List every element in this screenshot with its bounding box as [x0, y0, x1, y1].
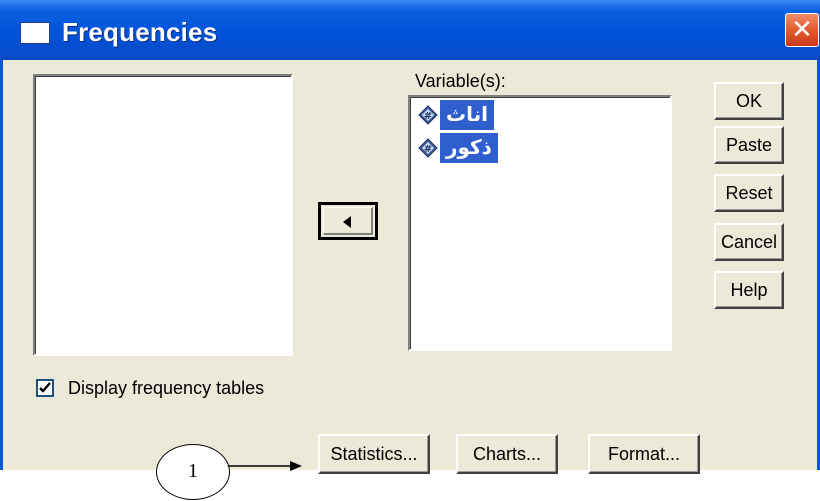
reset-button[interactable]: Reset	[714, 174, 784, 212]
paste-button[interactable]: Paste	[714, 126, 784, 164]
variable-label: اناث	[440, 100, 494, 130]
move-variable-button[interactable]	[318, 202, 378, 240]
list-item[interactable]: # ذكور	[418, 133, 498, 163]
checkbox-label: Display frequency tables	[68, 378, 265, 398]
scale-variable-icon: #	[418, 138, 438, 158]
list-item[interactable]: # اناث	[418, 100, 494, 130]
charts-button[interactable]: Charts...	[456, 434, 558, 474]
help-button[interactable]: Help	[714, 271, 784, 309]
selected-variable-list[interactable]: # اناث # ذكور	[408, 95, 672, 351]
source-variable-list[interactable]	[33, 74, 293, 356]
format-button[interactable]: Format...	[588, 434, 700, 474]
svg-text:#: #	[424, 144, 432, 155]
variables-label: Variable(s):	[415, 71, 506, 91]
window-title: Frequencies	[62, 17, 218, 47]
title-bar: Frequencies ✕	[0, 0, 820, 60]
check-icon	[39, 382, 51, 393]
svg-text:#: #	[424, 111, 432, 122]
window-icon	[20, 22, 50, 44]
cancel-button[interactable]: Cancel	[714, 223, 784, 261]
display-frequency-tables-checkbox[interactable]	[36, 379, 54, 397]
variable-label: ذكور	[440, 133, 498, 163]
close-button[interactable]: ✕	[785, 13, 819, 47]
statistics-button[interactable]: Statistics...	[318, 434, 430, 474]
annotation-callout: 1	[156, 444, 230, 500]
annotation-arrow-icon	[228, 461, 302, 471]
left-arrow-icon	[343, 216, 351, 228]
scale-variable-icon: #	[418, 105, 438, 125]
ok-button[interactable]: OK	[714, 82, 784, 120]
